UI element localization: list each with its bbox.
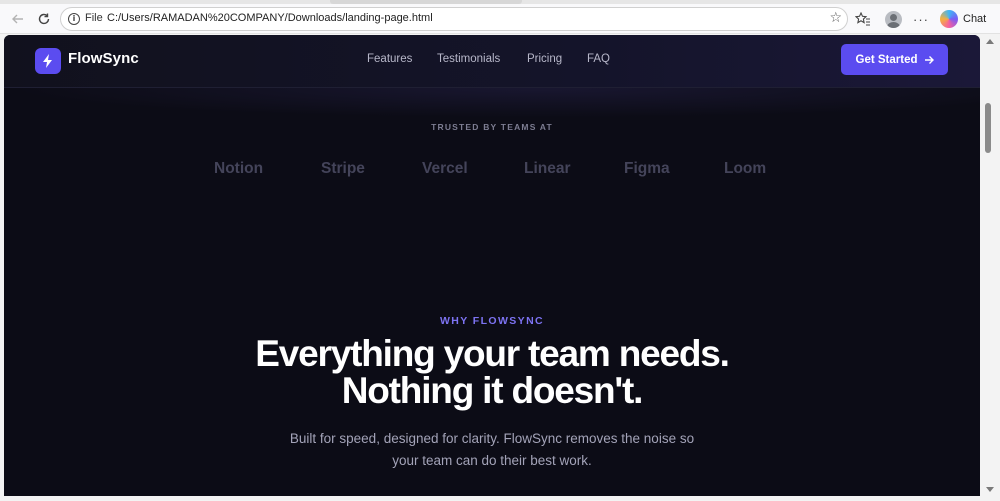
headline-line-1: Everything your team needs. (255, 333, 730, 374)
brand-logo-vercel: Vercel (422, 160, 468, 177)
scroll-down-icon[interactable] (986, 487, 994, 492)
nav-link-features[interactable]: Features (367, 53, 412, 65)
get-started-label: Get Started (855, 53, 918, 66)
trusted-label: TRUSTED BY TEAMS AT (431, 122, 553, 132)
nav-link-faq[interactable]: FAQ (587, 53, 610, 65)
profile-icon[interactable] (882, 8, 904, 30)
window-bottom-edge (0, 496, 1000, 501)
section-eyebrow: WHY FLOWSYNC (439, 315, 545, 327)
site-header: FlowSync Features Testimonials Pricing F… (4, 35, 980, 88)
chat-button[interactable]: Chat (940, 8, 990, 30)
headline-line-2: Nothing it doesn't. (341, 370, 644, 411)
favorites-icon[interactable] (852, 8, 874, 30)
main-nav: Features Testimonials Pricing FAQ (4, 53, 980, 69)
section-subheadline: Built for speed, designed for clarity. F… (4, 428, 980, 472)
page-viewport: FlowSync Features Testimonials Pricing F… (4, 35, 980, 496)
header-glow (4, 88, 980, 118)
brand-logo-loom: Loom (724, 160, 767, 177)
subheadline-line-2: your team can do their best work. (392, 453, 592, 468)
reload-icon[interactable] (32, 8, 56, 30)
brand-logo-linear: Linear (524, 160, 571, 177)
get-started-button[interactable]: Get Started (841, 44, 948, 75)
url-text[interactable]: C:/Users/RAMADAN%20COMPANY/Downloads/lan… (107, 12, 433, 24)
more-icon[interactable]: ··· (910, 8, 932, 30)
star-icon[interactable]: ☆ (829, 10, 842, 26)
back-icon[interactable] (6, 8, 30, 30)
browser-toolbar: i File C:/Users/RAMADAN%20COMPANY/Downlo… (0, 4, 1000, 34)
scheme-label: File (85, 12, 103, 24)
arrow-right-icon (924, 55, 934, 64)
copilot-icon (940, 10, 958, 28)
address-bar[interactable]: i File C:/Users/RAMADAN%20COMPANY/Downlo… (60, 7, 848, 31)
brand-logo-stripe: Stripe (321, 160, 365, 177)
brand-logo-figma: Figma (624, 160, 670, 177)
nav-link-pricing[interactable]: Pricing (527, 53, 562, 65)
chat-label: Chat (963, 13, 987, 25)
page-scrollbar[interactable] (980, 35, 1000, 496)
brand-logo-notion: Notion (214, 160, 264, 177)
scroll-up-icon[interactable] (986, 39, 994, 44)
info-icon[interactable]: i (68, 13, 80, 25)
nav-link-testimonials[interactable]: Testimonials (437, 53, 500, 65)
section-headline: Everything your team needs. Nothing it d… (4, 335, 980, 409)
subheadline-line-1: Built for speed, designed for clarity. F… (289, 431, 695, 446)
scroll-thumb[interactable] (985, 103, 991, 153)
